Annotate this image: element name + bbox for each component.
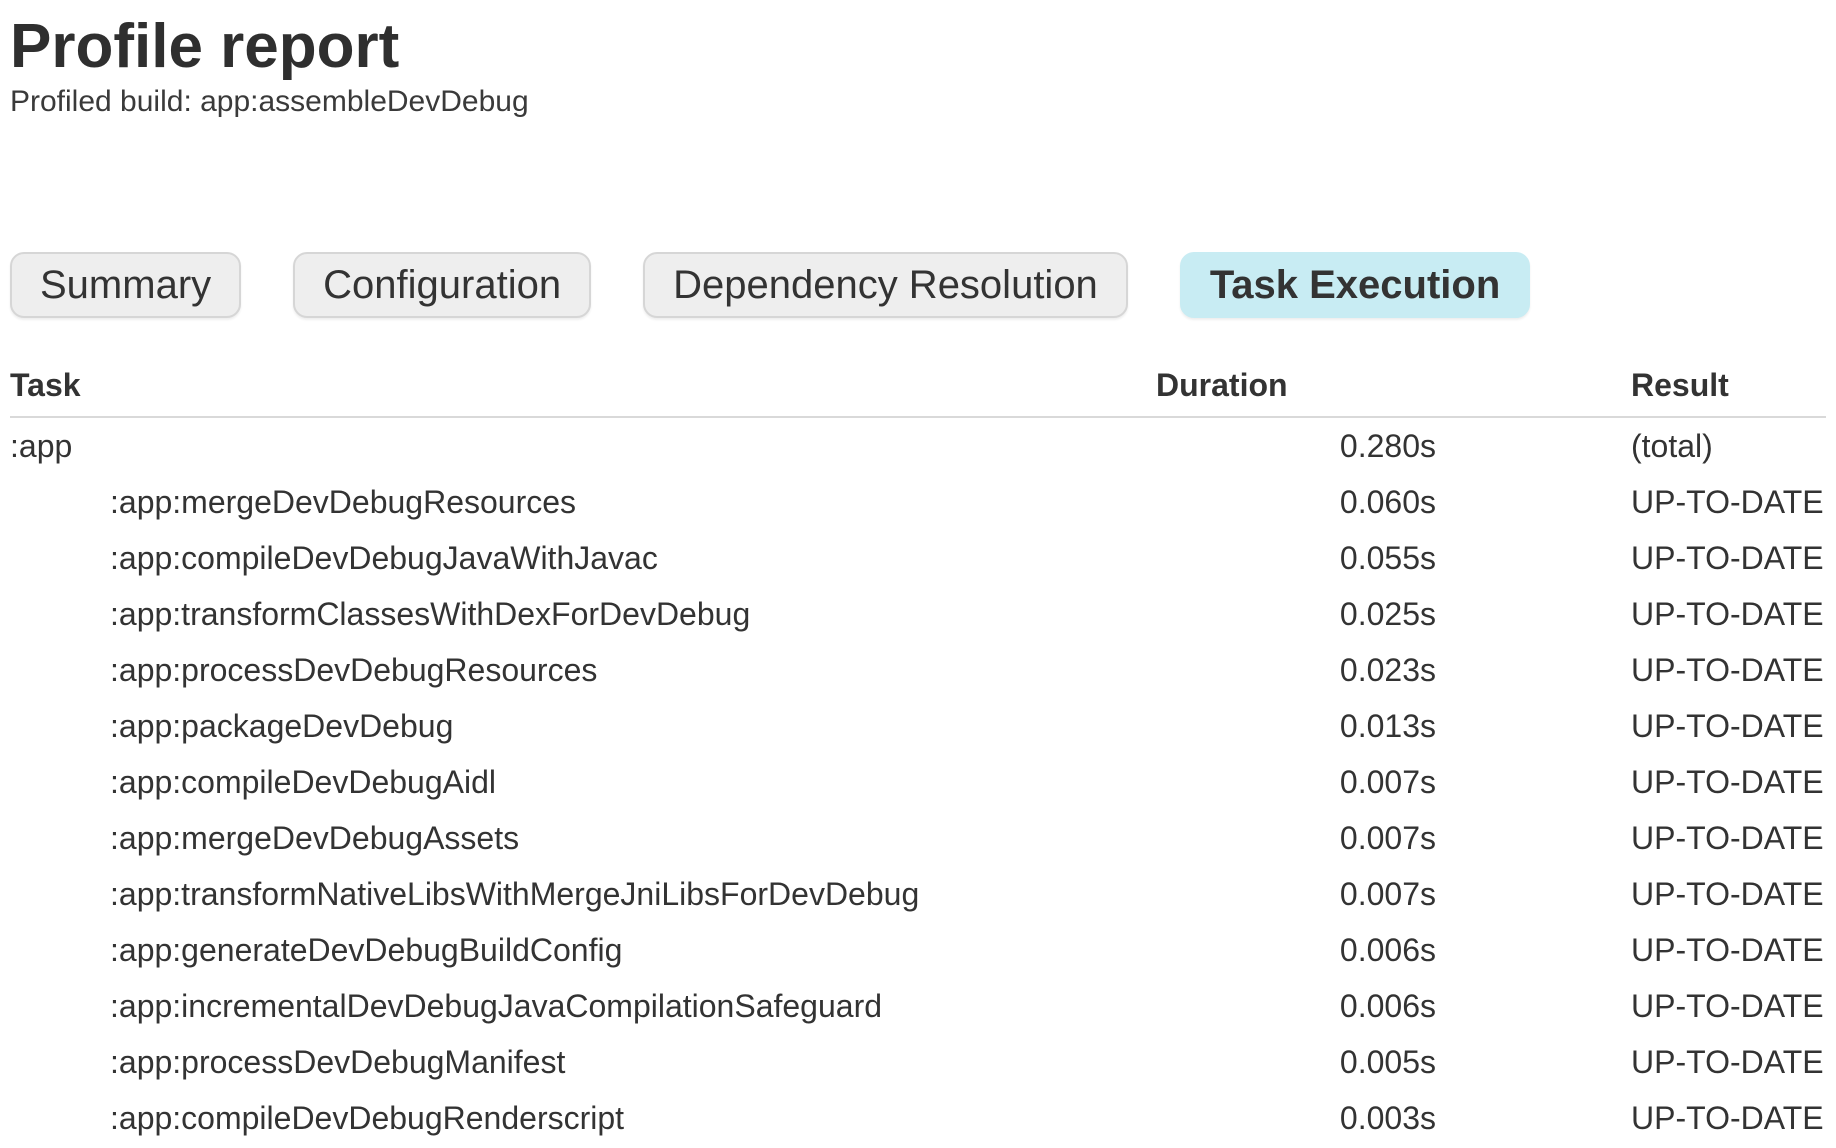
- task-name-cell: :app:processDevDebugManifest: [10, 1034, 1156, 1090]
- result-cell: UP-TO-DATE: [1436, 978, 1826, 1034]
- column-header-task: Task: [10, 355, 1156, 417]
- task-row: :app:generateDevDebugBuildConfig 0.006s …: [10, 922, 1826, 978]
- column-header-result: Result: [1436, 355, 1826, 417]
- duration-cell: 0.007s: [1156, 810, 1436, 866]
- task-row: :app:incrementalDevDebugJavaCompilationS…: [10, 978, 1826, 1034]
- duration-cell: 0.025s: [1156, 586, 1436, 642]
- task-row: :app:processDevDebugManifest 0.005s UP-T…: [10, 1034, 1826, 1090]
- profiled-build-subtitle: Profiled build: app:assembleDevDebug: [10, 84, 1826, 120]
- result-cell: UP-TO-DATE: [1436, 866, 1826, 922]
- duration-cell: 0.013s: [1156, 698, 1436, 754]
- task-execution-table: Task Duration Result :app 0.280s (total)…: [10, 355, 1826, 1146]
- tab-dependency-resolution[interactable]: Dependency Resolution: [643, 252, 1128, 318]
- result-cell: UP-TO-DATE: [1436, 922, 1826, 978]
- duration-cell: 0.280s: [1156, 417, 1436, 474]
- task-row: :app 0.280s (total): [10, 417, 1826, 474]
- tab-summary[interactable]: Summary: [10, 252, 241, 318]
- task-name-cell: :app:mergeDevDebugAssets: [10, 810, 1156, 866]
- task-name-cell: :app:generateDevDebugBuildConfig: [10, 922, 1156, 978]
- column-header-duration: Duration: [1156, 355, 1436, 417]
- result-cell: UP-TO-DATE: [1436, 474, 1826, 530]
- result-cell: UP-TO-DATE: [1436, 1034, 1826, 1090]
- task-name-cell: :app:mergeDevDebugResources: [10, 474, 1156, 530]
- result-cell: UP-TO-DATE: [1436, 530, 1826, 586]
- task-name-cell: :app:processDevDebugResources: [10, 642, 1156, 698]
- task-name-cell: :app:transformNativeLibsWithMergeJniLibs…: [10, 866, 1156, 922]
- duration-cell: 0.006s: [1156, 922, 1436, 978]
- duration-cell: 0.023s: [1156, 642, 1436, 698]
- duration-cell: 0.005s: [1156, 1034, 1436, 1090]
- task-row: :app:processDevDebugResources 0.023s UP-…: [10, 642, 1826, 698]
- task-name-cell: :app:packageDevDebug: [10, 698, 1156, 754]
- tab-bar: Summary Configuration Dependency Resolutio…: [10, 252, 1826, 318]
- result-cell: UP-TO-DATE: [1436, 754, 1826, 810]
- duration-cell: 0.007s: [1156, 866, 1436, 922]
- task-row: :app:compileDevDebugAidl 0.007s UP-TO-DA…: [10, 754, 1826, 810]
- table-header-row: Task Duration Result: [10, 355, 1826, 417]
- result-cell: UP-TO-DATE: [1436, 642, 1826, 698]
- result-cell: UP-TO-DATE: [1436, 698, 1826, 754]
- duration-cell: 0.007s: [1156, 754, 1436, 810]
- duration-cell: 0.060s: [1156, 474, 1436, 530]
- task-name-cell: :app:incrementalDevDebugJavaCompilationS…: [10, 978, 1156, 1034]
- tab-configuration[interactable]: Configuration: [293, 252, 591, 318]
- result-cell: UP-TO-DATE: [1436, 586, 1826, 642]
- task-row: :app:compileDevDebugJavaWithJavac 0.055s…: [10, 530, 1826, 586]
- task-name-cell: :app:compileDevDebugJavaWithJavac: [10, 530, 1156, 586]
- task-row: :app:transformNativeLibsWithMergeJniLibs…: [10, 866, 1826, 922]
- task-name-cell: :app: [10, 417, 1156, 474]
- result-cell: UP-TO-DATE: [1436, 810, 1826, 866]
- tab-task-execution[interactable]: Task Execution: [1180, 252, 1530, 318]
- task-row: :app:packageDevDebug 0.013s UP-TO-DATE: [10, 698, 1826, 754]
- task-row: :app:transformClassesWithDexForDevDebug …: [10, 586, 1826, 642]
- page-title: Profile report: [10, 10, 1826, 84]
- task-name-cell: :app:transformClassesWithDexForDevDebug: [10, 586, 1156, 642]
- duration-cell: 0.055s: [1156, 530, 1436, 586]
- result-cell: (total): [1436, 417, 1826, 474]
- task-row: :app:mergeDevDebugResources 0.060s UP-TO…: [10, 474, 1826, 530]
- task-name-cell: :app:compileDevDebugAidl: [10, 754, 1156, 810]
- task-row: :app:mergeDevDebugAssets 0.007s UP-TO-DA…: [10, 810, 1826, 866]
- duration-cell: 0.006s: [1156, 978, 1436, 1034]
